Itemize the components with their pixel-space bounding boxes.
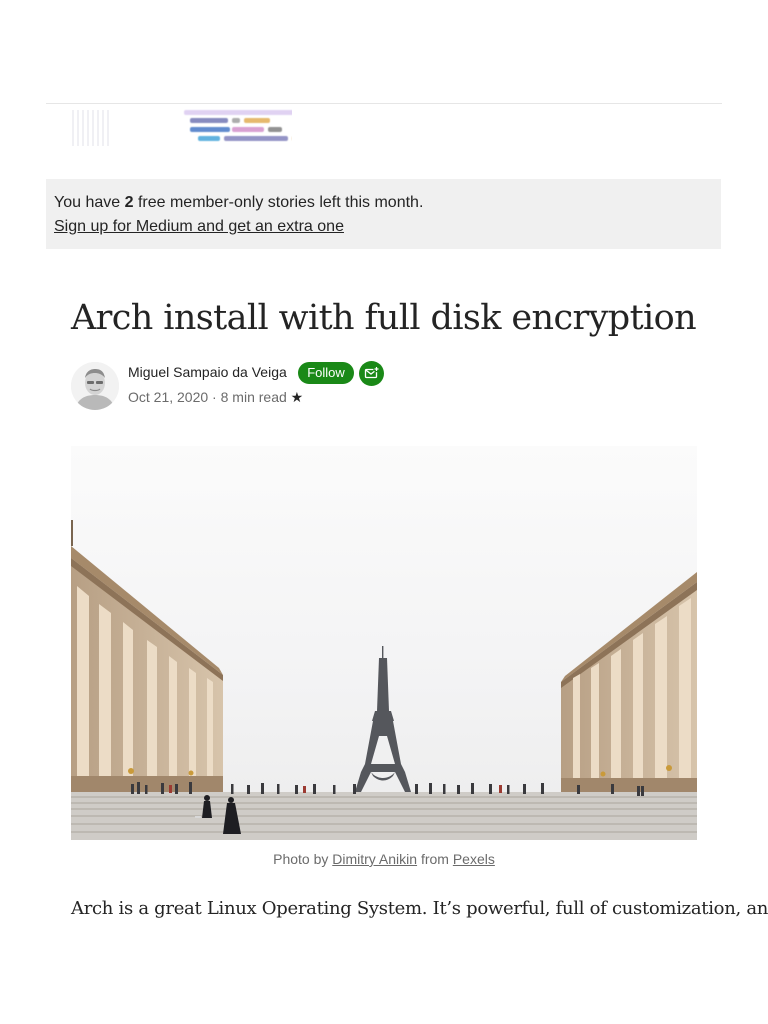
avatar-image <box>71 362 119 410</box>
eiffel-tower-photo <box>71 446 697 840</box>
article-paragraph: Arch is a great Linux Operating System. … <box>71 898 768 919</box>
source-link[interactable]: Pexels <box>453 851 495 867</box>
stories-left-text: You have 2 free member-only stories left… <box>54 191 721 215</box>
code-gutter <box>72 110 112 146</box>
signup-link[interactable]: Sign up for Medium and get an extra one <box>54 215 721 239</box>
author-avatar[interactable] <box>71 362 119 410</box>
code-line <box>232 127 264 132</box>
code-line <box>184 110 292 115</box>
member-only-star-icon: ★ <box>290 389 304 405</box>
caption-prefix: Photo by <box>273 851 333 867</box>
divider <box>46 103 722 104</box>
article-page: You have 2 free member-only stories left… <box>0 0 768 1024</box>
follow-button[interactable]: Follow <box>298 362 354 384</box>
photographer-link[interactable]: Dimitry Anikin <box>332 851 417 867</box>
code-line <box>198 136 220 141</box>
stories-count: 2 <box>124 194 134 211</box>
code-line <box>190 118 228 123</box>
code-line <box>224 136 288 141</box>
code-screenshot-image <box>72 108 292 148</box>
subscribe-button[interactable] <box>359 361 384 386</box>
publish-date: Oct 21, 2020 <box>128 389 209 405</box>
article-title: Arch install with full disk encryption <box>71 298 697 338</box>
hero-image <box>71 446 697 840</box>
code-line <box>190 127 230 132</box>
read-time: 8 min read <box>220 389 287 405</box>
meta-separator: · <box>208 389 221 405</box>
code-line <box>268 127 282 132</box>
article-meta: Oct 21, 2020 · 8 min read ★ <box>128 387 303 407</box>
member-stories-banner: You have 2 free member-only stories left… <box>46 179 721 249</box>
caption-middle: from <box>417 851 453 867</box>
banner-prefix: You have <box>54 194 125 211</box>
author-name-link[interactable]: Miguel Sampaio da Veiga <box>128 362 287 382</box>
mail-plus-icon <box>364 365 380 379</box>
code-line <box>244 118 270 123</box>
code-line <box>232 118 240 123</box>
banner-suffix: free member-only stories left this month… <box>133 194 424 211</box>
image-caption: Photo by Dimitry Anikin from Pexels <box>71 849 697 869</box>
